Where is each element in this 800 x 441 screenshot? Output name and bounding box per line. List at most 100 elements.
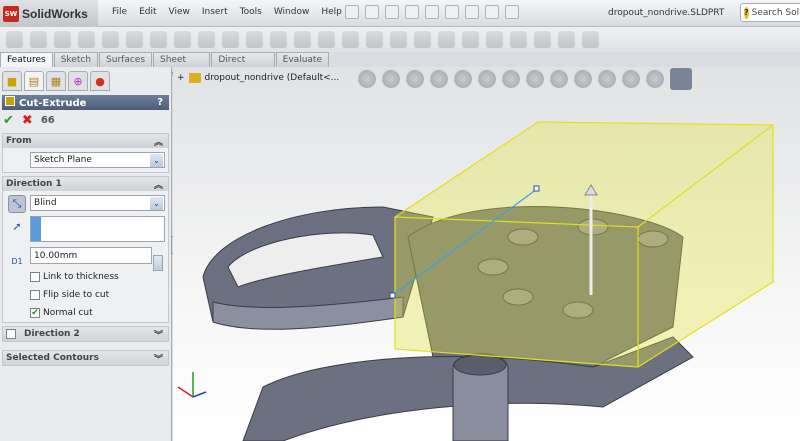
rebuild-icon[interactable] bbox=[465, 5, 479, 19]
tab-sheet-metal[interactable]: Sheet Metal bbox=[153, 52, 211, 79]
boundary-cut-icon[interactable] bbox=[246, 31, 263, 48]
ok-check-icon[interactable]: ✔ bbox=[3, 113, 14, 128]
extruded-cut-icon[interactable] bbox=[126, 31, 143, 48]
configuration-manager-tab[interactable]: ▦ bbox=[46, 71, 66, 91]
tab-direct-editing[interactable]: Direct Editing bbox=[211, 52, 275, 79]
from-group-header[interactable]: From ︽ bbox=[3, 134, 168, 148]
expand-icon[interactable]: ︾ bbox=[154, 328, 163, 341]
direction2-checkbox[interactable] bbox=[6, 329, 16, 339]
options-icon[interactable] bbox=[505, 5, 519, 19]
expand-icon[interactable]: ︾ bbox=[154, 352, 163, 365]
normal-cut-checkbox[interactable]: ✔ Normal cut bbox=[30, 308, 165, 318]
loft-icon[interactable] bbox=[78, 31, 95, 48]
end-condition-select[interactable]: Blind ⌄ bbox=[30, 195, 165, 211]
save-icon[interactable] bbox=[385, 5, 399, 19]
app-logo[interactable]: SW SolidWorks bbox=[0, 0, 98, 27]
search-input[interactable]: ?Search SolidWorks bbox=[740, 3, 800, 22]
zoom-to-area-icon[interactable] bbox=[382, 70, 400, 88]
depth-spinner[interactable] bbox=[153, 255, 163, 271]
help-button[interactable]: ? bbox=[157, 97, 163, 108]
menu-window[interactable]: Window bbox=[268, 7, 316, 17]
from-select[interactable]: Sketch Plane ⌄ bbox=[30, 152, 165, 168]
print-icon[interactable] bbox=[405, 5, 419, 19]
section-view-icon[interactable] bbox=[478, 70, 496, 88]
depth-input[interactable]: 10.00mm bbox=[30, 247, 152, 264]
realview-icon[interactable] bbox=[670, 68, 692, 90]
edit-appearance-icon[interactable] bbox=[598, 70, 616, 88]
freeform-icon[interactable] bbox=[510, 31, 527, 48]
previous-view-icon[interactable] bbox=[454, 70, 472, 88]
revolved-cut-icon[interactable] bbox=[174, 31, 191, 48]
sketch-point bbox=[533, 185, 540, 192]
undo-icon[interactable] bbox=[425, 5, 439, 19]
hole-wizard-icon[interactable] bbox=[150, 31, 167, 48]
feature-tree-root[interactable]: + dropout_nondrive (Default<... bbox=[177, 73, 339, 83]
from-value: Sketch Plane bbox=[34, 155, 92, 165]
dynamic-annotation-icon[interactable] bbox=[502, 70, 520, 88]
selected-contours-header[interactable]: Selected Contours ︾ bbox=[3, 351, 168, 365]
checkmark-icon: ✔ bbox=[30, 308, 40, 318]
draft-icon[interactable] bbox=[342, 31, 359, 48]
deform-icon[interactable] bbox=[486, 31, 503, 48]
new-icon[interactable] bbox=[345, 5, 359, 19]
sweep-icon[interactable] bbox=[54, 31, 71, 48]
apply-scene-icon[interactable] bbox=[622, 70, 640, 88]
flip-side-to-cut-checkbox[interactable]: Flip side to cut bbox=[30, 290, 165, 300]
rib-icon[interactable] bbox=[318, 31, 335, 48]
property-manager-tab[interactable]: ▤ bbox=[24, 71, 44, 91]
menu-help[interactable]: Help bbox=[315, 7, 348, 17]
reverse-direction-icon[interactable]: ⤡ bbox=[8, 195, 26, 213]
shell-icon[interactable] bbox=[366, 31, 383, 48]
wrap-icon[interactable] bbox=[390, 31, 407, 48]
dome-icon[interactable] bbox=[414, 31, 431, 48]
tab-sketch[interactable]: Sketch bbox=[53, 52, 99, 67]
open-icon[interactable] bbox=[365, 5, 379, 19]
boundary-icon[interactable] bbox=[102, 31, 119, 48]
tab-surfaces[interactable]: Surfaces bbox=[99, 52, 153, 67]
menu-tools[interactable]: Tools bbox=[234, 7, 268, 17]
direction1-header[interactable]: Direction 1 ︽ bbox=[3, 177, 168, 191]
view-orientation-icon[interactable] bbox=[526, 70, 544, 88]
flex-icon[interactable] bbox=[462, 31, 479, 48]
display-manager-tab[interactable]: ● bbox=[90, 71, 110, 91]
collapse-icon[interactable]: ︽ bbox=[154, 135, 163, 148]
menu-file[interactable]: File bbox=[106, 7, 133, 17]
swept-cut-icon[interactable] bbox=[198, 31, 215, 48]
zoom-to-fit-icon[interactable] bbox=[358, 70, 376, 88]
dimxpert-manager-tab[interactable]: ⊕ bbox=[68, 71, 88, 91]
configuration-icon: ▦ bbox=[50, 74, 62, 88]
curves-icon[interactable] bbox=[558, 31, 575, 48]
preview-glasses-icon[interactable]: 66 bbox=[41, 115, 55, 126]
extruded-boss-icon[interactable] bbox=[6, 31, 23, 48]
help-question-icon: ? bbox=[744, 6, 749, 19]
display-style-icon[interactable] bbox=[550, 70, 568, 88]
direction2-header[interactable]: Direction 2 ︾ bbox=[3, 327, 168, 341]
lofted-cut-icon[interactable] bbox=[222, 31, 239, 48]
graphics-area[interactable]: + dropout_nondrive (Default<... bbox=[173, 67, 800, 441]
menu-edit[interactable]: Edit bbox=[133, 7, 162, 17]
expand-plus-icon[interactable]: + bbox=[177, 73, 185, 83]
file-properties-icon[interactable] bbox=[485, 5, 499, 19]
direction-of-extrusion-list[interactable] bbox=[30, 216, 165, 242]
linear-pattern-icon[interactable] bbox=[294, 31, 311, 48]
feature-manager-tab[interactable]: ■ bbox=[2, 71, 22, 91]
menu-insert[interactable]: Insert bbox=[196, 7, 234, 17]
reference-geometry-icon[interactable] bbox=[534, 31, 551, 48]
quick-access-toolbar bbox=[345, 5, 519, 19]
tab-features[interactable]: Features bbox=[0, 52, 53, 67]
hide-show-items-icon[interactable] bbox=[574, 70, 592, 88]
menu-view[interactable]: View bbox=[163, 7, 196, 17]
collapse-icon[interactable]: ︽ bbox=[154, 178, 163, 191]
selected-contours-group: Selected Contours ︾ bbox=[2, 350, 169, 366]
tab-evaluate[interactable]: Evaluate bbox=[275, 52, 329, 67]
view-settings-icon[interactable] bbox=[646, 70, 664, 88]
instant3d-icon[interactable] bbox=[582, 31, 599, 48]
revolve-icon[interactable] bbox=[30, 31, 47, 48]
cancel-x-icon[interactable]: ✖ bbox=[22, 113, 33, 128]
select-icon[interactable] bbox=[445, 5, 459, 19]
rotate-view-icon[interactable] bbox=[430, 70, 448, 88]
zoom-in-out-icon[interactable] bbox=[406, 70, 424, 88]
mirror-icon[interactable] bbox=[438, 31, 455, 48]
fillet-icon[interactable] bbox=[270, 31, 287, 48]
link-to-thickness-checkbox[interactable]: Link to thickness bbox=[30, 272, 165, 282]
